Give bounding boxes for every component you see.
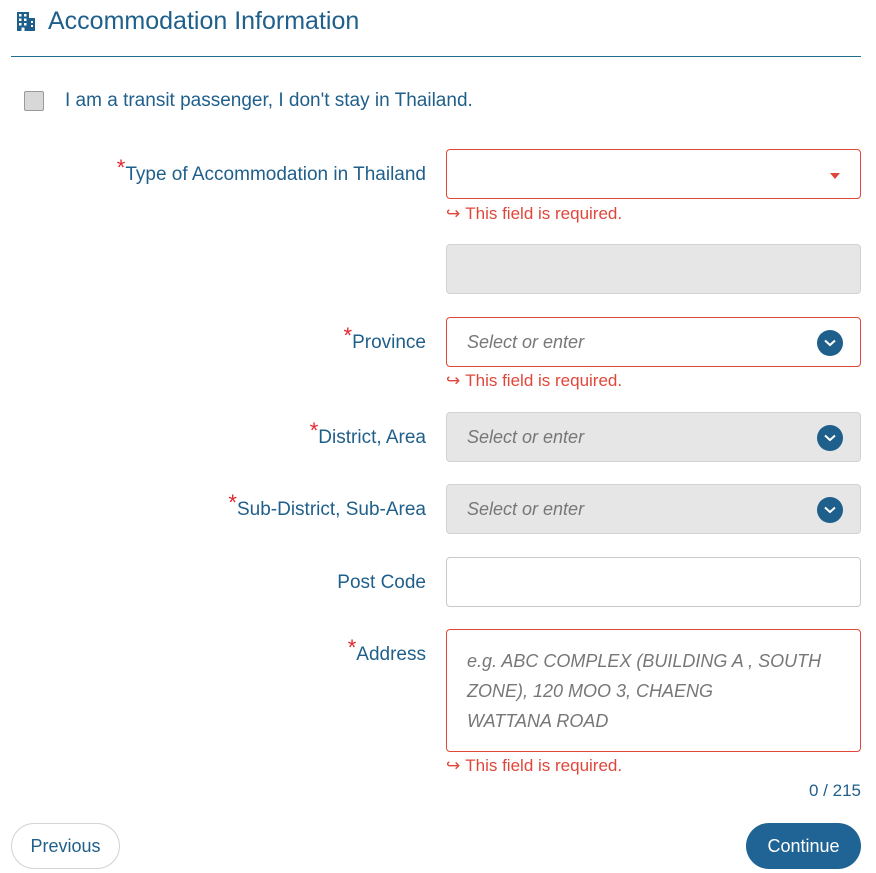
transit-checkbox-label: I am a transit passenger, I don't stay i… xyxy=(65,90,473,111)
header-divider xyxy=(11,56,861,57)
transit-option[interactable]: I am a transit passenger, I don't stay i… xyxy=(24,90,473,112)
section-header: Accommodation Information xyxy=(14,4,359,38)
chevron-down-icon xyxy=(817,425,843,451)
address-textarea[interactable]: e.g. ABC COMPLEX (BUILDING A , SOUTH ZON… xyxy=(446,629,861,752)
chevron-down-icon xyxy=(817,497,843,523)
error-arrow-icon: ↪ xyxy=(446,756,461,775)
subdistrict-label: *Sub-District, Sub-Area xyxy=(228,490,426,520)
postcode-input[interactable] xyxy=(446,557,861,607)
required-marker: * xyxy=(116,155,126,180)
accommodation-type-label: *Type of Accommodation in Thailand xyxy=(116,155,426,185)
subdistrict-combobox: Select or enter xyxy=(446,484,861,534)
error-arrow-icon: ↪ xyxy=(446,204,461,223)
district-combobox: Select or enter xyxy=(446,412,861,462)
section-title: Accommodation Information xyxy=(48,6,360,35)
previous-button[interactable]: Previous xyxy=(11,823,120,869)
required-marker: * xyxy=(228,490,237,515)
transit-checkbox[interactable] xyxy=(24,91,44,111)
continue-button[interactable]: Continue xyxy=(746,823,861,869)
required-marker: * xyxy=(343,323,353,348)
chevron-down-icon[interactable] xyxy=(817,330,843,356)
district-label: *District, Area xyxy=(309,418,426,448)
address-label: *Address xyxy=(347,635,426,665)
province-combobox[interactable]: Select or enter xyxy=(446,317,861,367)
postcode-label: Post Code xyxy=(337,572,426,593)
accommodation-type-error: ↪ This field is required. xyxy=(446,204,623,223)
required-marker: * xyxy=(347,635,357,660)
province-error: ↪ This field is required. xyxy=(446,371,623,390)
accommodation-type-select[interactable] xyxy=(446,149,861,199)
dropdown-caret-icon xyxy=(830,173,840,179)
error-arrow-icon: ↪ xyxy=(446,371,461,390)
accommodation-detail-field xyxy=(446,244,861,294)
required-marker: * xyxy=(309,418,319,443)
address-char-counter: 0 / 215 xyxy=(809,781,861,800)
province-label: *Province xyxy=(343,323,426,353)
building-icon xyxy=(17,12,35,31)
address-error: ↪ This field is required. xyxy=(446,756,623,775)
